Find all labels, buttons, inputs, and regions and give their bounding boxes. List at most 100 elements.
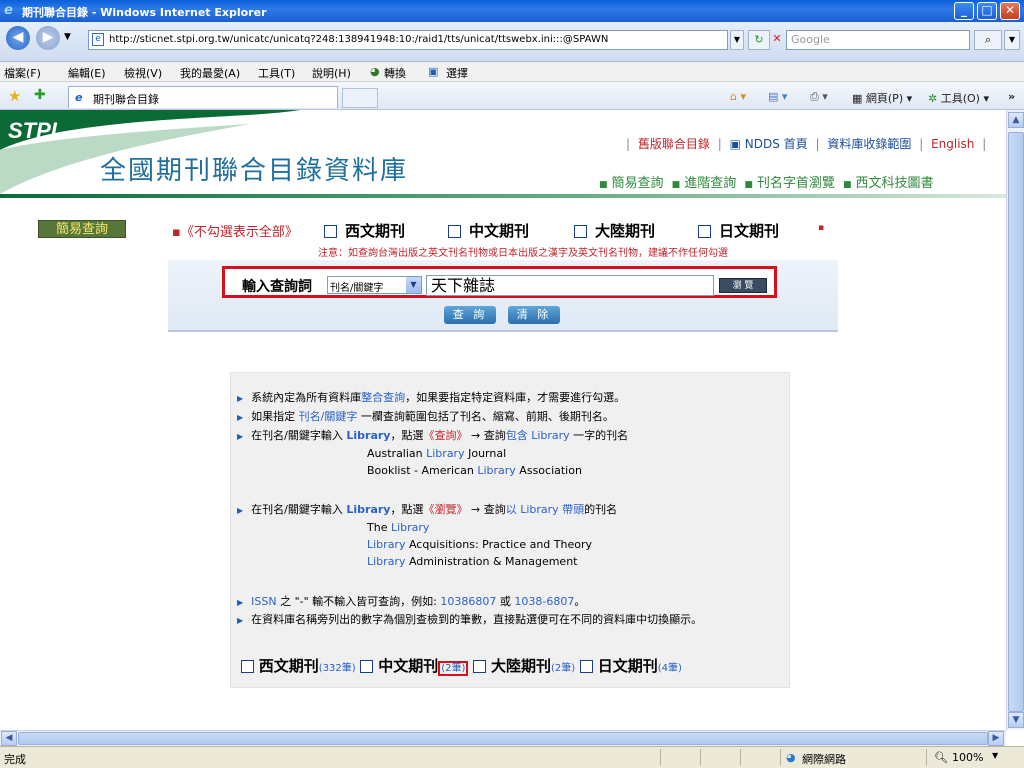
help-line-3-d: 《查詢》 [423, 429, 468, 442]
minimize-button[interactable]: _ [954, 2, 974, 20]
tab-current[interactable]: e 期刊聯合目錄 [68, 86, 338, 108]
example-2: Booklist - American Library Association [367, 464, 582, 477]
address-toolbar: ◀ ▶ ▼ http://sticnet.stpi.org.tw/unicatc… [0, 22, 1024, 62]
back-button[interactable]: ◀ [6, 26, 30, 50]
menu-select[interactable]: 選擇 [446, 65, 468, 81]
filter-mainland[interactable]: 大陸期刊 [574, 220, 655, 241]
menu-convert[interactable]: 轉換 [384, 65, 406, 81]
count-checkbox-western[interactable] [241, 660, 254, 673]
link-old-catalog[interactable]: 舊版聯合目錄 [638, 137, 710, 151]
link-coverage[interactable]: 資料庫收錄範圍 [827, 137, 911, 151]
new-tab-button[interactable] [342, 88, 378, 108]
add-favorite-icon[interactable]: ✚ [34, 87, 46, 103]
example-2-a: Booklist - American [367, 464, 478, 477]
chevron-right-icon[interactable]: » [1008, 90, 1015, 103]
zoom-level[interactable]: 100% [952, 751, 983, 764]
filter-chinese-label: 中文期刊 [469, 222, 530, 240]
help-line-3-g: 一字的刊名 [573, 429, 629, 442]
chevron-down-icon[interactable]: ▼ [406, 277, 421, 293]
menu-view[interactable]: 檢視(V) [124, 65, 162, 81]
count-western-number[interactable]: (332筆) [319, 663, 356, 674]
checkbox-japanese[interactable] [698, 225, 711, 238]
refresh-icon[interactable]: ↻ [748, 30, 770, 50]
filter-japanese-label: 日文期刊 [719, 222, 780, 240]
count-japanese-number[interactable]: (4筆) [658, 663, 682, 674]
count-western-label[interactable]: 西文期刊 [259, 657, 319, 675]
help-line-5-a: ISSN [251, 595, 277, 608]
feeds-icon[interactable]: ▤ ▾ [768, 90, 787, 103]
scroll-left-icon[interactable]: ◀ [1, 731, 17, 746]
address-input[interactable]: http://sticnet.stpi.org.tw/unicatc/unica… [88, 30, 728, 50]
window-title: 期刊聯合目錄 - Windows Internet Explorer [22, 6, 267, 19]
favorites-star-icon[interactable]: ★ [8, 87, 21, 105]
status-separator [700, 749, 701, 766]
scroll-up-icon[interactable]: ▲ [1008, 112, 1024, 128]
link-ndds-home[interactable]: NDDS 首頁 [745, 137, 808, 151]
filter-western[interactable]: 西文期刊 [324, 220, 405, 241]
browse-button[interactable]: 瀏 覽 [719, 278, 767, 293]
close-button[interactable]: ✕ [1000, 2, 1020, 20]
stop-icon[interactable]: ✕ [772, 30, 782, 50]
count-checkbox-mainland[interactable] [473, 660, 487, 673]
example-1-a: Australian [367, 447, 427, 460]
horizontal-scrollbar[interactable]: ◀ ▶ [0, 730, 1006, 746]
count-mainland-label[interactable]: 大陸期刊 [491, 657, 551, 675]
checkbox-western[interactable] [324, 225, 337, 238]
history-dropdown-icon[interactable]: ▼ [64, 32, 71, 42]
count-chinese-number[interactable]: (2筆) [438, 661, 469, 676]
count-japanese-label[interactable]: 日文期刊 [598, 657, 658, 675]
scroll-down-icon[interactable]: ▼ [1008, 712, 1024, 728]
search-button[interactable]: 查 詢 [444, 306, 496, 324]
count-chinese-label[interactable]: 中文期刊 [378, 657, 438, 675]
window-titlebar: e 期刊聯合目錄 - Windows Internet Explorer _ □… [0, 0, 1024, 22]
maximize-button[interactable]: □ [977, 2, 997, 20]
home-icon[interactable]: ⌂ ▾ [730, 90, 746, 103]
checkbox-chinese[interactable] [448, 225, 461, 238]
help-line-2-a: 如果指定 [251, 410, 296, 423]
help-line-3-f: 包含 Library [505, 429, 570, 442]
menu-file[interactable]: 檔案(F) [4, 65, 41, 81]
nav-simple-search[interactable]: 簡易查詢 [612, 176, 664, 191]
vertical-scroll-thumb[interactable] [1008, 132, 1024, 712]
example-3-b: Library [390, 521, 430, 534]
tools-menu[interactable]: ✲ 工具(O) ▾ [928, 90, 989, 106]
example-3-a: The [367, 521, 391, 534]
count-mainland-number[interactable]: (2筆) [551, 663, 575, 674]
example-3: The Library [367, 521, 429, 534]
search-options-button[interactable]: ▼ [1004, 30, 1020, 50]
count-checkbox-japanese[interactable] [579, 660, 593, 673]
horizontal-scroll-thumb[interactable] [18, 732, 988, 745]
address-dropdown-button[interactable]: ▼ [730, 30, 744, 50]
filter-chinese[interactable]: 中文期刊 [448, 220, 529, 241]
scroll-right-icon[interactable]: ▶ [988, 731, 1004, 746]
vertical-scrollbar[interactable]: ▲ ▼ [1006, 110, 1024, 730]
checkbox-mainland[interactable] [574, 225, 587, 238]
nav-title-browse[interactable]: 刊名字首瀏覽 [757, 176, 835, 191]
globe-icon: ◕ [786, 751, 796, 764]
zoom-icon[interactable]: 🔍︎ [934, 751, 948, 764]
query-input[interactable]: 天下雜誌 [426, 275, 714, 296]
site-title: 全國期刊聯合目錄資料庫 [100, 156, 409, 186]
page-menu[interactable]: ▦ 網頁(P) ▾ [852, 90, 912, 106]
menu-favorites[interactable]: 我的最愛(A) [180, 65, 240, 81]
search-input[interactable]: Google [786, 30, 970, 50]
menu-tools[interactable]: 工具(T) [258, 65, 295, 81]
menu-help[interactable]: 說明(H) [312, 65, 351, 81]
zoom-dropdown-icon[interactable]: ▼ [992, 751, 998, 760]
clear-button[interactable]: 清 除 [508, 306, 560, 324]
top-links: | 舊版聯合目錄 | ▣ NDDS 首頁 | 資料庫收錄範圍 | English… [626, 137, 987, 151]
help-line-3-e: → 查詢 [470, 429, 506, 442]
nav-western-books[interactable]: 西文科技圖書 [856, 176, 934, 191]
nav-advanced-search[interactable]: 進階查詢 [684, 176, 736, 191]
status-separator [660, 749, 661, 766]
count-checkbox-chinese[interactable] [360, 660, 374, 673]
filter-japanese[interactable]: 日文期刊 [698, 220, 779, 241]
forward-button[interactable]: ▶ [36, 26, 60, 50]
menu-edit[interactable]: 編輯(E) [68, 65, 106, 81]
link-english[interactable]: English [931, 137, 974, 151]
simple-search-tab[interactable]: 簡易查詢 [38, 220, 126, 238]
field-select[interactable]: 刊名/關鍵字 ▼ [327, 276, 422, 294]
print-icon[interactable]: ⎙ ▾ [810, 90, 828, 104]
bullet-icon: ▪ [818, 223, 825, 233]
search-icon[interactable]: ⌕ [974, 30, 1002, 50]
